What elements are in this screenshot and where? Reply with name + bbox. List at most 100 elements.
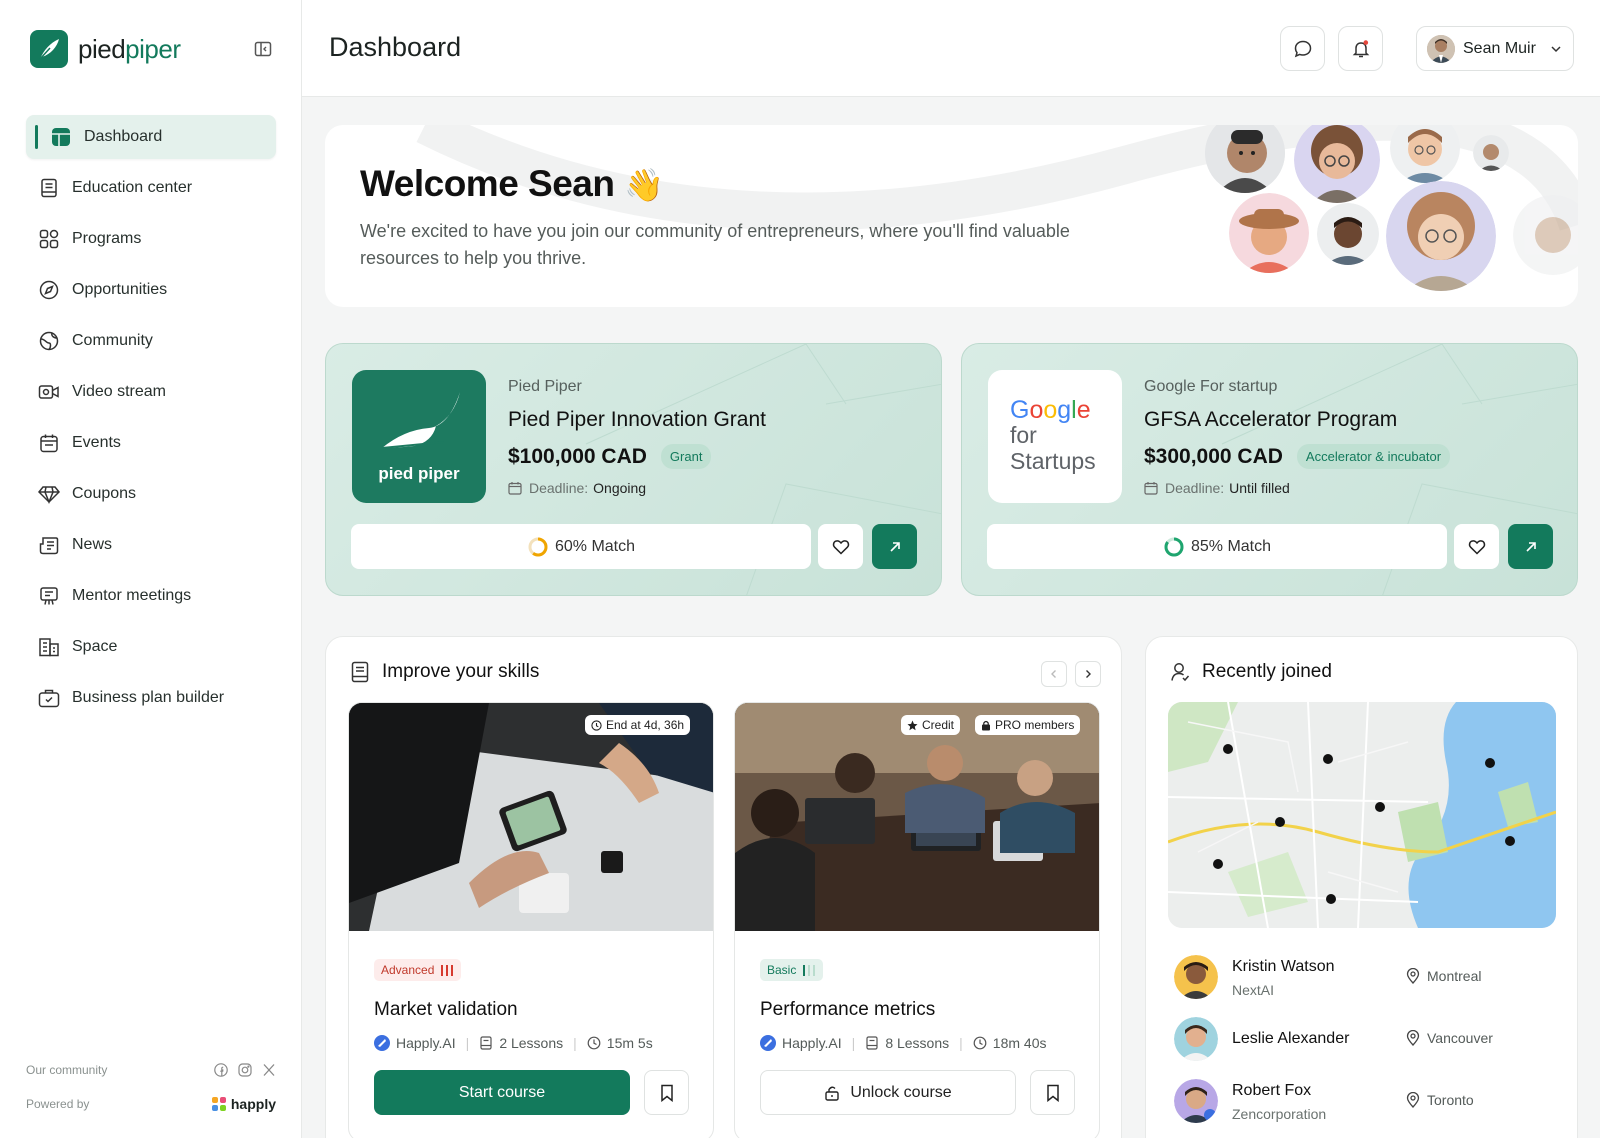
workshop-photo bbox=[735, 703, 1099, 931]
location-pin-icon bbox=[1406, 968, 1420, 984]
sidebar-item-label: Opportunities bbox=[72, 281, 168, 298]
bell-icon bbox=[1352, 39, 1369, 57]
member-row[interactable]: Leslie Alexander Vancouver bbox=[1174, 1017, 1554, 1065]
happly-logo[interactable]: happly bbox=[211, 1096, 276, 1112]
sidebar-item-news[interactable]: News bbox=[26, 523, 276, 567]
category-tag: Grant bbox=[660, 444, 712, 469]
favorite-button[interactable] bbox=[818, 524, 863, 569]
members-map[interactable] bbox=[1168, 702, 1556, 928]
member-row[interactable]: Kristin Watson NextAI Montreal bbox=[1174, 955, 1554, 1003]
programs-icon bbox=[38, 228, 60, 250]
recently-joined-card: Recently joined Kristin Watson NextAI Mo… bbox=[1145, 636, 1578, 1138]
course-card[interactable]: Credit PRO members Basic Performance met… bbox=[734, 702, 1100, 1138]
bookmark-button[interactable] bbox=[1030, 1070, 1075, 1115]
course-meta: Happly.AI | 2 Lessons | 15m 5s bbox=[374, 1035, 653, 1051]
lock-icon bbox=[982, 720, 990, 730]
member-avatar bbox=[1174, 1079, 1218, 1123]
news-icon bbox=[38, 534, 60, 556]
sidebar-item-dashboard[interactable]: Dashboard bbox=[26, 115, 276, 159]
pro-members-badge: PRO members bbox=[975, 715, 1081, 735]
community-footer: Our community bbox=[26, 1062, 276, 1077]
skills-card: Improve your skills End at 4d, 36h Advan… bbox=[325, 636, 1122, 1138]
opportunity-org: Pied Piper bbox=[508, 378, 582, 395]
favorite-button[interactable] bbox=[1454, 524, 1499, 569]
sidebar-item-label: Events bbox=[72, 434, 121, 451]
user-icon bbox=[1171, 663, 1190, 682]
opportunity-title[interactable]: Pied Piper Innovation Grant bbox=[508, 408, 766, 432]
open-opportunity-button[interactable] bbox=[1508, 524, 1553, 569]
opportunity-card[interactable]: Google for Startups Google For startup G… bbox=[961, 343, 1578, 596]
member-org: NextAI bbox=[1232, 982, 1275, 998]
unlock-icon bbox=[825, 1086, 840, 1101]
sidebar-item-community[interactable]: Community bbox=[26, 319, 276, 363]
logo-text: pied piper bbox=[378, 463, 460, 483]
user-name: Sean Muir bbox=[1463, 39, 1536, 57]
start-course-button[interactable]: Start course bbox=[374, 1070, 630, 1115]
globe-icon bbox=[38, 330, 60, 352]
sidebar-item-label: Dashboard bbox=[84, 128, 163, 145]
member-row[interactable]: Robert Fox Zencorporation Toronto bbox=[1174, 1079, 1554, 1127]
x-twitter-icon[interactable] bbox=[261, 1062, 276, 1077]
bookmark-button[interactable] bbox=[644, 1070, 689, 1115]
credit-badge: Credit bbox=[901, 715, 961, 735]
user-menu-button[interactable]: Sean Muir bbox=[1416, 26, 1574, 71]
opportunity-title[interactable]: GFSA Accelerator Program bbox=[1144, 408, 1397, 432]
powered-by-label: Powered by bbox=[26, 1097, 90, 1111]
presentation-icon bbox=[38, 585, 60, 607]
course-title: Market validation bbox=[374, 999, 518, 1020]
course-title: Performance metrics bbox=[760, 999, 936, 1020]
lessons-icon bbox=[480, 1036, 492, 1050]
sidebar-nav: Dashboard Education center Programs Oppo… bbox=[26, 115, 276, 727]
match-score: 85% Match bbox=[987, 524, 1447, 569]
opportunity-card[interactable]: pied piper Pied Piper Pied Piper Innovat… bbox=[325, 343, 942, 596]
sidebar-item-business-plan-builder[interactable]: Business plan builder bbox=[26, 676, 276, 720]
location-pin-icon bbox=[1406, 1092, 1420, 1108]
sidebar-item-events[interactable]: Events bbox=[26, 421, 276, 465]
sidebar-item-video-stream[interactable]: Video stream bbox=[26, 370, 276, 414]
sidebar-item-education-center[interactable]: Education center bbox=[26, 166, 276, 210]
recently-joined-title: Recently joined bbox=[1202, 661, 1332, 682]
sidebar-item-mentor-meetings[interactable]: Mentor meetings bbox=[26, 574, 276, 618]
opportunity-amount: $100,000 CAD Grant bbox=[508, 444, 712, 469]
notifications-button[interactable] bbox=[1338, 26, 1383, 71]
city-map-illustration bbox=[1168, 702, 1556, 928]
sidebar-item-opportunities[interactable]: Opportunities bbox=[26, 268, 276, 312]
instagram-icon[interactable] bbox=[237, 1062, 252, 1077]
member-location: Vancouver bbox=[1406, 1030, 1493, 1046]
building-icon bbox=[38, 636, 60, 658]
bookmark-icon bbox=[660, 1084, 673, 1102]
welcome-title: Welcome Sean 👋 bbox=[360, 163, 664, 204]
location-pin-icon bbox=[1406, 1030, 1420, 1046]
pied-piper-logo: pied piper bbox=[352, 370, 486, 503]
course-card[interactable]: End at 4d, 36h Advanced Market validatio… bbox=[348, 702, 714, 1138]
match-score: 60% Match bbox=[351, 524, 811, 569]
facebook-icon[interactable] bbox=[213, 1062, 228, 1077]
messages-button[interactable] bbox=[1280, 26, 1325, 71]
bookmark-icon bbox=[1046, 1084, 1059, 1102]
welcome-banner: Welcome Sean 👋 We're excited to have you… bbox=[325, 125, 1578, 307]
carousel-prev-button[interactable] bbox=[1041, 661, 1067, 687]
sidebar-item-coupons[interactable]: Coupons bbox=[26, 472, 276, 516]
open-opportunity-button[interactable] bbox=[872, 524, 917, 569]
opportunity-amount: $300,000 CAD Accelerator & incubator bbox=[1144, 444, 1451, 469]
opportunity-deadline: Deadline: Ongoing bbox=[508, 480, 646, 496]
sidebar-item-programs[interactable]: Programs bbox=[26, 217, 276, 261]
member-org: Zencorporation bbox=[1232, 1106, 1327, 1122]
member-location: Montreal bbox=[1406, 968, 1481, 984]
page-title: Dashboard bbox=[329, 32, 462, 62]
lessons-icon bbox=[866, 1036, 878, 1050]
skills-title: Improve your skills bbox=[382, 661, 540, 682]
member-name: Leslie Alexander bbox=[1232, 1030, 1350, 1047]
unlock-course-button[interactable]: Unlock course bbox=[760, 1070, 1016, 1115]
member-name: Robert Fox bbox=[1232, 1082, 1312, 1099]
community-avatar bbox=[1317, 203, 1379, 265]
sidebar-item-label: Community bbox=[72, 332, 153, 349]
sidebar-item-space[interactable]: Space bbox=[26, 625, 276, 669]
sidebar-item-label: Video stream bbox=[72, 383, 166, 400]
calendar-icon bbox=[1144, 482, 1158, 495]
brand-logo[interactable]: piedpiper bbox=[30, 30, 181, 68]
carousel-next-button[interactable] bbox=[1075, 661, 1101, 687]
arrow-up-right-icon bbox=[889, 541, 900, 552]
collapse-sidebar-icon[interactable] bbox=[252, 38, 274, 60]
happly-logo-icon bbox=[211, 1097, 226, 1111]
